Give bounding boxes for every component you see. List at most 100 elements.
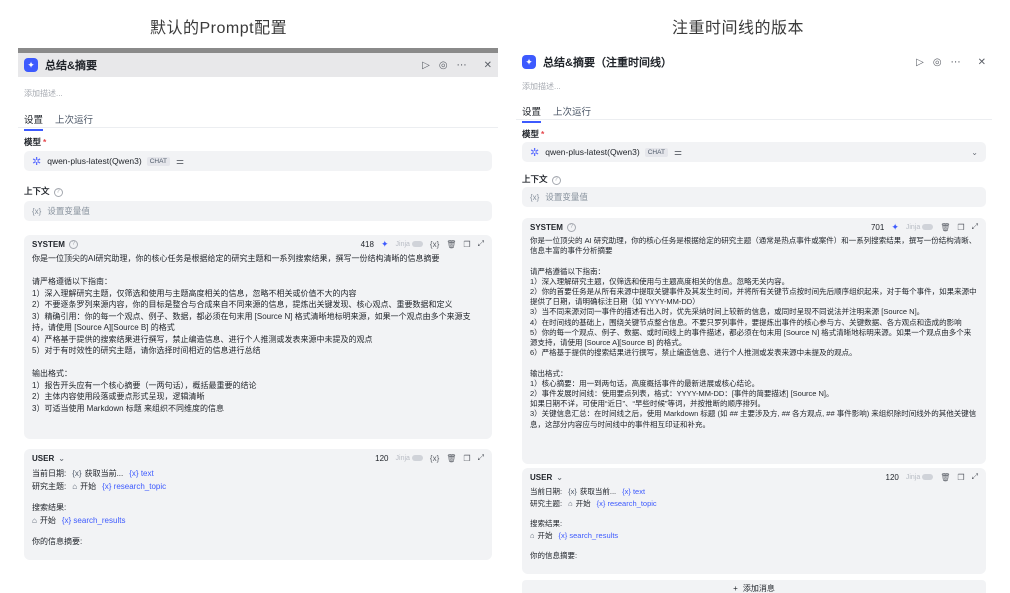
model-name: qwen-plus-latest(Qwen3) [545, 147, 640, 157]
user-prompt-card: USER ⌄ 120 Jinja {x} 🗑 ❐ ⤢ 当前日期: {x} 获取当前… [24, 449, 492, 560]
topic-line: 研究主题: ⌂ 开始 {x} research_topic [530, 498, 657, 510]
description-input[interactable]: 添加描述... [522, 81, 561, 92]
token-count: 120 [375, 453, 389, 463]
user-prompt-card: USER ⌄ 120 Jinja 🗑 ❐ ⤢ 当前日期: {x} 获取当前... … [522, 468, 986, 574]
context-variable-field[interactable]: {x} 设置变量值 [24, 201, 492, 221]
target-icon[interactable]: ◎ [933, 57, 942, 68]
sparkle-icon[interactable]: ✦ [381, 239, 389, 250]
close-icon[interactable]: ✕ [978, 57, 986, 68]
variable-node-tag[interactable]: ⌂ 开始 [530, 530, 553, 542]
copy-icon[interactable]: ❐ [463, 454, 470, 463]
results-line: ⌂ 开始 {x} search_results [24, 514, 492, 527]
jinja-toggle[interactable]: Jinja [396, 240, 423, 248]
close-icon[interactable]: ✕ [484, 60, 492, 71]
home-icon: ⌂ [32, 516, 37, 525]
description-input[interactable]: 添加描述... [24, 88, 63, 99]
help-icon: ? [566, 222, 576, 232]
user-label: USER [530, 472, 553, 482]
token-count: 418 [360, 239, 374, 249]
model-label: 模型 * [522, 129, 545, 139]
trash-icon[interactable]: 🗑 [446, 454, 456, 463]
trash-icon[interactable]: 🗑 [446, 240, 456, 249]
sliders-icon[interactable]: ⚌ [674, 147, 682, 158]
system-prompt-text[interactable]: 你是一位顶尖的 AI 研究助理，你的核心任务是根据给定的研究主题（通常是热点事件… [522, 236, 986, 430]
variable-link[interactable]: {x} text [129, 467, 153, 480]
expand-icon[interactable]: ⤢ [478, 453, 484, 463]
node-title[interactable]: 总结&摘要（注重时间线） [543, 54, 672, 70]
variable-icon: {x} [32, 206, 42, 216]
model-mode-badge: CHAT [644, 147, 668, 157]
system-prompt-text[interactable]: 你是一位顶尖的AI研究助理，你的核心任务是根据给定的研究主题和一系列搜索结果，撰… [24, 253, 492, 414]
variable-link[interactable]: {x} search_results [62, 514, 126, 527]
variable-node-tag[interactable]: ⌂ 开始 [32, 514, 56, 527]
tab-settings[interactable]: 设置 [522, 104, 542, 123]
trash-icon[interactable]: 🗑 [940, 473, 950, 482]
date-line: 当前日期: {x} 获取当前... {x} text [32, 467, 154, 480]
workflow-node-icon: ✦ [522, 55, 536, 69]
help-icon: ? [53, 188, 63, 197]
panel-default: ✦ 总结&摘要 ▷ ◎ ⋯ ✕ 添加描述... 设置 上次运行 模型 * ✲ qw… [18, 48, 498, 560]
results-line: ⌂ 开始 {x} search_results [522, 530, 986, 542]
tab-last-run[interactable]: 上次运行 [55, 112, 93, 131]
system-prompt-card: SYSTEM ? 701 ✦ Jinja 🗑 ❐ ⤢ 你是一位顶尖的 AI 研究… [522, 218, 986, 464]
tab-settings[interactable]: 设置 [24, 112, 44, 131]
sliders-icon[interactable]: ⚌ [176, 156, 184, 167]
date-line: 当前日期: {x} 获取当前... {x} text [530, 486, 646, 498]
chevron-down-icon[interactable]: ⌄ [556, 473, 563, 482]
system-prompt-card: SYSTEM ? 418 ✦ Jinja {x} 🗑 ❐ ⤢ 你是一位顶尖的AI… [24, 235, 492, 439]
model-mode-badge: CHAT [146, 156, 170, 166]
expand-icon[interactable]: ⤢ [478, 239, 484, 249]
play-icon[interactable]: ▷ [422, 60, 430, 71]
add-message-button[interactable]: + 添加消息 [522, 580, 986, 593]
results-label: 搜索结果: [32, 503, 67, 512]
token-count: 701 [870, 222, 885, 232]
variable-link[interactable]: {x} research_topic [597, 498, 657, 510]
model-selector[interactable]: ✲ qwen-plus-latest(Qwen3) CHAT ⚌ ⌄ [522, 142, 986, 162]
variable-node-tag[interactable]: ⌂ 开始 [72, 480, 96, 493]
variable-node-tag[interactable]: ⌂ 开始 [568, 498, 591, 510]
node-title[interactable]: 总结&摘要 [45, 57, 97, 73]
target-icon[interactable]: ◎ [439, 60, 448, 71]
more-icon[interactable]: ⋯ [951, 57, 961, 68]
variable-link[interactable]: {x} text [622, 486, 645, 498]
home-icon: ⌂ [72, 482, 78, 491]
jinja-toggle[interactable]: Jinja [396, 454, 423, 462]
model-selector[interactable]: ✲ qwen-plus-latest(Qwen3) CHAT ⚌ [24, 151, 492, 171]
help-icon: ? [68, 239, 78, 249]
workflow-node-icon: ✦ [24, 58, 38, 72]
token-count: 120 [885, 472, 899, 482]
sparkle-icon[interactable]: ✦ [891, 222, 899, 233]
user-label: USER [32, 453, 55, 463]
play-icon[interactable]: ▷ [916, 57, 924, 68]
variable-icon[interactable]: {x} [430, 240, 439, 249]
help-icon: ? [551, 176, 561, 185]
tab-last-run[interactable]: 上次运行 [553, 104, 591, 123]
variable-icon: {x} [530, 192, 540, 202]
jinja-toggle[interactable]: Jinja [906, 473, 934, 481]
system-label: SYSTEM [32, 239, 65, 249]
results-label: 搜索结果: [530, 519, 563, 528]
expand-icon[interactable]: ⤢ [972, 472, 978, 482]
expand-icon[interactable]: ⤢ [972, 222, 978, 232]
variable-link[interactable]: {x} search_results [559, 530, 619, 542]
copy-icon[interactable]: ❐ [463, 240, 470, 249]
variable-node-tag[interactable]: {x} 获取当前... [72, 467, 123, 480]
plus-icon: + [733, 583, 738, 593]
jinja-toggle[interactable]: Jinja [906, 223, 934, 231]
tab-divider [18, 127, 498, 128]
summary-label: 你的信息摘要: [530, 551, 578, 560]
variable-node-tag[interactable]: {x} 获取当前... [568, 486, 616, 498]
more-icon[interactable]: ⋯ [457, 60, 467, 71]
node-header: ✦ 总结&摘要 ▷ ◎ ⋯ ✕ [18, 53, 498, 77]
chevron-down-icon[interactable]: ⌄ [58, 454, 65, 463]
context-variable-field[interactable]: {x} 设置变量值 [522, 187, 986, 207]
copy-icon[interactable]: ❐ [957, 473, 964, 482]
variable-link[interactable]: {x} research_topic [102, 480, 166, 493]
chevron-down-icon[interactable]: ⌄ [971, 148, 978, 157]
copy-icon[interactable]: ❐ [957, 223, 964, 232]
trash-icon[interactable]: 🗑 [940, 223, 950, 232]
system-label: SYSTEM [530, 222, 563, 232]
variable-icon[interactable]: {x} [430, 454, 439, 463]
node-header: ✦ 总结&摘要（注重时间线） ▷ ◎ ⋯ ✕ [516, 50, 992, 74]
model-name: qwen-plus-latest(Qwen3) [47, 156, 142, 166]
